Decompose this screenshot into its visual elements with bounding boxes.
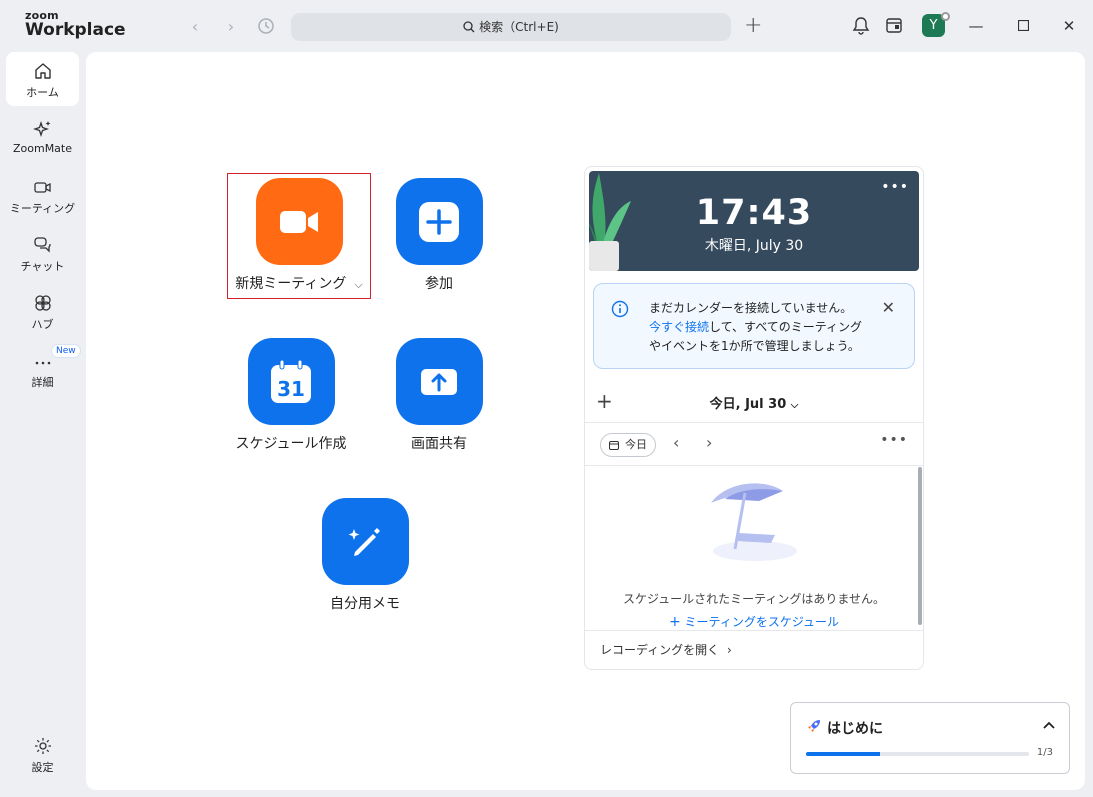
- notes-button[interactable]: [321, 498, 409, 585]
- rocket-icon: [808, 720, 820, 732]
- calendar-nav: 今日 ‹ › •••: [585, 424, 923, 466]
- forward-arrow-icon[interactable]: ›: [221, 17, 241, 37]
- prev-day-icon[interactable]: ‹: [673, 433, 679, 452]
- chevron-down-icon[interactable]: ⌵: [354, 278, 362, 291]
- join-action[interactable]: 参加: [369, 178, 509, 293]
- getting-started-progress-bar: [806, 752, 1029, 756]
- close-window-icon[interactable]: ✕: [1058, 15, 1080, 37]
- sidebar-item-chat[interactable]: チャット: [6, 226, 79, 280]
- chevron-right-icon: ›: [727, 643, 732, 657]
- join-button[interactable]: [395, 178, 483, 265]
- getting-started-title: はじめに: [827, 721, 883, 737]
- join-label: 参加: [425, 276, 453, 292]
- calendar-more-icon[interactable]: •••: [880, 432, 908, 448]
- no-meetings-text: スケジュールされたミーティングはありません。: [622, 592, 886, 606]
- chat-bubbles-icon: [33, 237, 51, 253]
- sidebar-item-label: ミーティング: [9, 202, 76, 215]
- clock-date: 木曜日, July 30: [704, 238, 804, 254]
- beach-umbrella-illustration: [711, 483, 797, 561]
- home-main-panel: 新規ミーティング ⌵ 参加 31 スケジュール作成 画面共有 自分用メモ •••…: [86, 52, 1085, 790]
- gear-icon: [34, 738, 51, 754]
- sidebar-item-settings[interactable]: 設定: [6, 727, 79, 781]
- home-icon: [34, 63, 51, 79]
- sparkle-icon: [32, 120, 50, 138]
- sidebar-item-label: ホーム: [26, 86, 59, 99]
- left-sidebar: ホーム ZoomMate ミーティング チャット ハブ 詳細 New 設定: [0, 52, 86, 797]
- history-icon[interactable]: [256, 17, 276, 37]
- clock-header: ••• 17:43 木曜日, July 30: [589, 171, 919, 271]
- new-tab-plus-icon[interactable]: +: [744, 14, 762, 38]
- search-icon: [463, 21, 475, 33]
- sidebar-item-home[interactable]: ホーム: [6, 52, 79, 106]
- search-label: 検索（Ctrl+E): [479, 20, 559, 34]
- sidebar-item-label: ハブ: [31, 318, 54, 331]
- search-bar[interactable]: 検索（Ctrl+E): [291, 13, 731, 41]
- sidebar-item-label: 詳細: [31, 376, 54, 389]
- sidebar-item-meetings[interactable]: ミーティング: [6, 168, 79, 222]
- calendar-widget-icon[interactable]: [885, 16, 905, 36]
- schedule-button[interactable]: 31: [247, 338, 335, 425]
- sidebar-item-hub[interactable]: ハブ: [6, 284, 79, 338]
- notice-text: まだカレンダーを接続していません。今すぐ接続して、すべてのミーティングやイベント…: [649, 301, 863, 353]
- plus-icon: +: [668, 614, 681, 630]
- empty-meetings-state: スケジュールされたミーティングはありません。 + ミーティングをスケジュール: [585, 467, 923, 631]
- hub-icon: [34, 295, 51, 311]
- schedule-action[interactable]: 31 スケジュール作成: [221, 338, 361, 453]
- share-screen-button[interactable]: [395, 338, 483, 425]
- sidebar-item-zoommate[interactable]: ZoomMate: [6, 110, 79, 164]
- calendar-scrollbar[interactable]: [918, 467, 922, 625]
- new-meeting-label: 新規ミーティング: [235, 276, 347, 292]
- chevron-up-icon[interactable]: [1043, 717, 1055, 733]
- svg-text:31: 31: [277, 377, 305, 401]
- bell-icon[interactable]: [852, 16, 872, 36]
- plus-icon: [419, 201, 459, 242]
- pencil-sparkle-icon: [348, 527, 380, 556]
- calendar-card: ••• 17:43 木曜日, July 30 まだカレンダーを接続していません。…: [584, 166, 924, 670]
- progress-fill: [806, 752, 881, 756]
- minimize-icon[interactable]: —: [965, 15, 987, 37]
- today-button[interactable]: 今日: [600, 433, 656, 457]
- video-camera-icon: [280, 210, 318, 233]
- sidebar-item-label: チャット: [20, 260, 65, 273]
- info-icon: [611, 300, 629, 318]
- logo-big-text: Workplace: [25, 20, 126, 40]
- calendar-icon: 31: [271, 359, 311, 403]
- share-screen-label: 画面共有: [411, 436, 467, 452]
- close-icon[interactable]: ✕: [882, 298, 895, 317]
- notes-label: 自分用メモ: [330, 596, 400, 612]
- new-meeting-action[interactable]: 新規ミーティング ⌵: [229, 178, 369, 293]
- new-badge: New: [51, 344, 81, 358]
- calendar-connect-notice: まだカレンダーを接続していません。今すぐ接続して、すべてのミーティングやイベント…: [593, 283, 915, 369]
- calendar-small-icon: [609, 441, 619, 450]
- progress-count: 1/3: [1036, 747, 1053, 758]
- next-day-icon[interactable]: ›: [706, 433, 712, 452]
- schedule-label: スケジュール作成: [235, 436, 347, 452]
- connect-now-link[interactable]: 今すぐ接続: [649, 320, 709, 334]
- maximize-icon[interactable]: [1012, 15, 1034, 37]
- zoom-workplace-logo: zoom Workplace: [25, 10, 126, 39]
- more-dots-icon: [35, 361, 50, 365]
- date-selector[interactable]: 今日, Jul 30 ⌵: [585, 393, 923, 412]
- back-arrow-icon[interactable]: ‹: [185, 17, 205, 37]
- sidebar-item-label: 設定: [31, 761, 54, 774]
- schedule-meeting-link[interactable]: + ミーティングをスケジュール: [585, 613, 923, 630]
- open-recordings-link[interactable]: レコーディングを開く ›: [585, 630, 923, 669]
- share-screen-icon: [421, 368, 457, 395]
- new-meeting-button[interactable]: [255, 178, 343, 265]
- getting-started-panel[interactable]: はじめに 1/3: [790, 702, 1070, 774]
- notes-action[interactable]: 自分用メモ: [295, 498, 435, 613]
- title-bar: zoom Workplace ‹ › 検索（Ctrl+E) + Y — ✕: [0, 0, 1093, 52]
- video-camera-icon: [33, 182, 51, 193]
- share-screen-action[interactable]: 画面共有: [369, 338, 509, 453]
- clock-time: 17:43: [695, 193, 813, 233]
- calendar-toolbar: + 今日, Jul 30 ⌵: [585, 381, 923, 423]
- presence-status-dot: [941, 12, 950, 21]
- chevron-down-icon: ⌵: [790, 400, 799, 411]
- sidebar-item-label: ZoomMate: [12, 142, 73, 155]
